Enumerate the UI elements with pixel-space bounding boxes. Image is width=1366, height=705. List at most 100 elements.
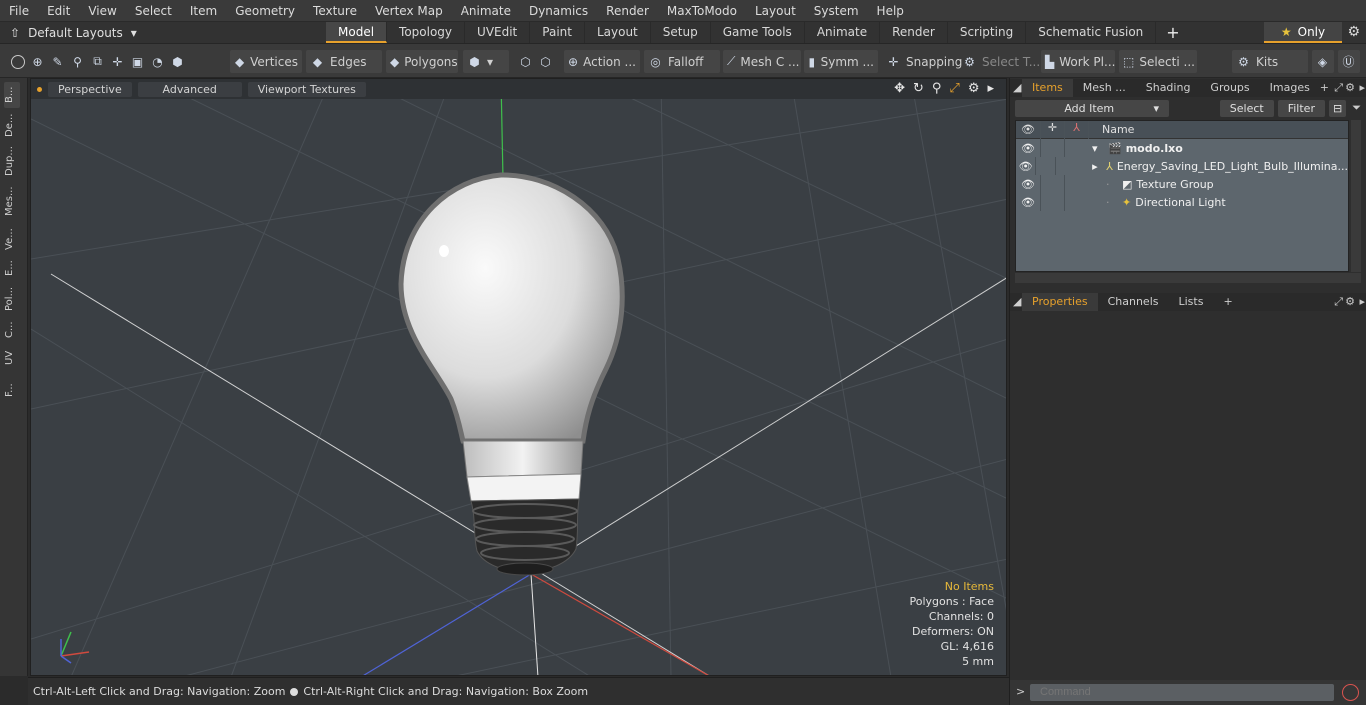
panel-expand-icon[interactable]: ▸ — [1359, 295, 1365, 308]
filter-icon[interactable]: ⏷ — [1350, 101, 1363, 115]
lock-column-icon[interactable]: ✛ — [1040, 120, 1064, 139]
action-center-button[interactable]: ⊕ Action ... — [564, 50, 640, 73]
item-list-hscrollbar[interactable] — [1015, 273, 1361, 283]
select-button[interactable]: Select — [1219, 99, 1274, 117]
menu-geometry[interactable]: Geometry — [226, 4, 304, 18]
tab-groups[interactable]: Groups — [1200, 79, 1259, 97]
item-list-scrollbar[interactable] — [1351, 120, 1361, 272]
unreal-button[interactable]: Ⓤ — [1338, 50, 1360, 73]
panel-expand-icon[interactable]: ▸ — [1359, 81, 1365, 94]
command-input[interactable] — [1030, 684, 1334, 701]
advanced-button[interactable]: Advanced — [137, 81, 242, 97]
left-tab-duplicate[interactable]: Dup... — [4, 144, 20, 178]
list-item[interactable]: 👁 ▾ 🎬 modo.lxo — [1016, 139, 1348, 157]
viewport-menu-dot[interactable] — [37, 86, 42, 92]
visibility-column-icon[interactable]: 👁 — [1016, 123, 1040, 136]
list-item[interactable]: 👁 ▸ ⅄ Energy_Saving_LED_Light_Bulb_Illum… — [1016, 157, 1348, 175]
panel-settings-icon[interactable]: ⚙ — [1345, 81, 1355, 94]
selection-sets-button[interactable]: ⬚ Selecti ... — [1119, 50, 1197, 73]
tab-game-tools[interactable]: Game Tools — [711, 22, 805, 43]
unity-button[interactable]: ◈ — [1312, 50, 1334, 73]
add-tab-button[interactable]: + — [1156, 23, 1189, 42]
globe-icon[interactable]: ⊕ — [30, 54, 45, 69]
tab-properties[interactable]: Properties — [1022, 293, 1098, 311]
menu-item[interactable]: Item — [181, 4, 226, 18]
menu-file[interactable]: File — [0, 4, 38, 18]
tab-uvedit[interactable]: UVEdit — [465, 22, 531, 43]
command-history-icon[interactable] — [1342, 684, 1359, 701]
tab-setup[interactable]: Setup — [651, 22, 711, 43]
mesh-constraint-button[interactable]: ⟋ Mesh C ... — [723, 50, 801, 73]
pie-icon[interactable]: ◔ — [150, 54, 165, 69]
eye-icon[interactable]: 👁 — [1016, 196, 1040, 209]
element-move-icon[interactable]: ⬡ — [538, 54, 553, 69]
menu-layout[interactable]: Layout — [746, 4, 805, 18]
tab-mesh[interactable]: Mesh ... — [1073, 79, 1136, 97]
gear-icon[interactable]: ⚙ — [1347, 24, 1360, 40]
viewport-settings-icon[interactable]: ⚙ — [968, 81, 980, 96]
panel-settings-icon[interactable]: ⚙ — [1345, 295, 1355, 308]
box-icon[interactable]: ▣ — [130, 54, 145, 69]
menu-view[interactable]: View — [79, 4, 125, 18]
transform-icon[interactable]: ⧉ — [90, 54, 105, 69]
panel-menu-icon[interactable]: ◢ — [1010, 79, 1022, 97]
name-column-header[interactable]: Name — [1096, 123, 1134, 136]
left-tab-uv[interactable]: UV — [4, 348, 20, 368]
panel-menu-icon[interactable]: ◢ — [1010, 293, 1022, 311]
tab-render[interactable]: Render — [880, 22, 948, 43]
menu-select[interactable]: Select — [126, 4, 181, 18]
3d-viewport[interactable]: Perspective Advanced Viewport Textures ✥… — [30, 78, 1007, 676]
eye-icon[interactable]: 👁 — [1016, 178, 1040, 191]
tab-channels[interactable]: Channels — [1098, 293, 1169, 311]
render-column-icon[interactable]: ⅄ — [1064, 120, 1088, 139]
left-tab-vertex[interactable]: Ve... — [4, 226, 20, 252]
snapping-button[interactable]: ✛ Snapping — [882, 50, 966, 73]
viewport-textures-button[interactable]: Viewport Textures — [247, 81, 366, 97]
tab-topology[interactable]: Topology — [387, 22, 466, 43]
menu-dynamics[interactable]: Dynamics — [520, 4, 597, 18]
left-tab-basic[interactable]: B... — [4, 82, 20, 108]
circle-select-icon[interactable] — [10, 54, 25, 69]
perspective-button[interactable]: Perspective — [48, 81, 132, 97]
kits-button[interactable]: ⚙ Kits — [1232, 50, 1308, 73]
add-panel-tab-icon[interactable]: + — [1213, 293, 1242, 311]
center-icon[interactable]: ✛ — [110, 54, 125, 69]
menu-system[interactable]: System — [805, 4, 868, 18]
fit-view-icon[interactable]: ⤢ — [949, 81, 959, 96]
menu-edit[interactable]: Edit — [38, 4, 79, 18]
left-tab-mesh-edit[interactable]: Mes... — [4, 184, 20, 218]
rotate-view-icon[interactable]: ↻ — [913, 81, 924, 96]
viewport-expand-icon[interactable]: ▸ — [987, 81, 994, 96]
falloff-button[interactable]: ◎ Falloff — [644, 50, 720, 73]
tab-model[interactable]: Model — [326, 22, 388, 43]
tab-images[interactable]: Images — [1260, 79, 1320, 97]
material-dropdown[interactable]: ⬢ ▾ — [463, 50, 509, 73]
list-item[interactable]: 👁 · ◩ Texture Group — [1016, 175, 1348, 193]
left-tab-deform[interactable]: De... — [4, 112, 20, 138]
tab-lists[interactable]: Lists — [1169, 293, 1214, 311]
left-tab-edge[interactable]: E... — [4, 258, 20, 278]
menu-animate[interactable]: Animate — [452, 4, 520, 18]
maximize-icon[interactable]: ⤢ — [1334, 81, 1343, 95]
menu-maxtomodo[interactable]: MaxToModo — [658, 4, 746, 18]
expand-arrow-icon[interactable]: ▸ — [1092, 160, 1100, 173]
layouts-dropdown[interactable]: ⇧ Default Layouts ▾ — [0, 26, 140, 40]
move-view-icon[interactable]: ✥ — [894, 81, 905, 96]
polygons-button[interactable]: ◆ Polygons — [386, 50, 458, 73]
item-mode-icon[interactable]: ⬢ — [170, 54, 185, 69]
eye-icon[interactable]: 👁 — [1016, 160, 1035, 173]
symmetry-button[interactable]: ▮ Symm ... — [804, 50, 878, 73]
tab-paint[interactable]: Paint — [530, 22, 585, 43]
only-toggle[interactable]: ★ Only — [1264, 22, 1342, 43]
select-through-button[interactable]: ⚙ Select T... — [958, 50, 1044, 73]
list-item[interactable]: 👁 · ✦ Directional Light — [1016, 193, 1348, 211]
left-tab-curve[interactable]: C... — [4, 320, 20, 340]
collapse-arrow-icon[interactable]: ▾ — [1092, 142, 1102, 155]
menu-help[interactable]: Help — [868, 4, 913, 18]
tab-items[interactable]: Items — [1022, 79, 1073, 97]
tab-scripting[interactable]: Scripting — [948, 22, 1027, 43]
add-item-dropdown[interactable]: Add Item ▾ — [1015, 99, 1169, 117]
left-tab-polygon[interactable]: Pol... — [4, 284, 20, 314]
edges-button[interactable]: ◆ Edges — [306, 50, 382, 73]
maximize-icon[interactable]: ⤢ — [1334, 295, 1343, 309]
